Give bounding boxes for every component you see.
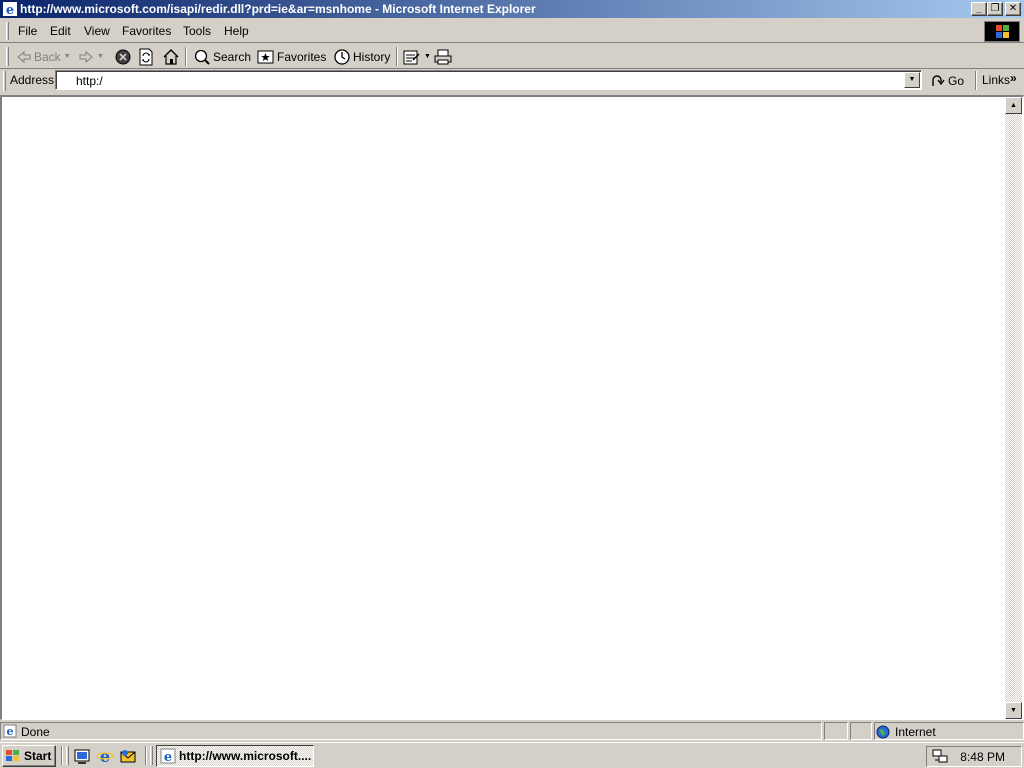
menu-edit[interactable]: Edit: [50, 24, 71, 38]
history-button[interactable]: History: [333, 46, 390, 67]
favorites-button[interactable]: Favorites: [257, 46, 326, 67]
page-icon: e: [3, 724, 17, 738]
home-icon: [163, 48, 179, 65]
status-text: Done: [21, 725, 50, 739]
scroll-up-icon[interactable]: ▲: [1005, 97, 1022, 114]
windows-flag-icon: [6, 750, 19, 761]
quicklaunch-grip[interactable]: [66, 746, 69, 765]
vertical-scrollbar[interactable]: ▲ ▼: [1005, 97, 1022, 719]
history-label: History: [353, 49, 391, 64]
window-title: http://www.microsoft.com/isapi/redir.dll…: [20, 2, 536, 16]
menu-favorites[interactable]: Favorites: [122, 24, 171, 38]
search-label: Search: [213, 49, 252, 64]
stop-button[interactable]: [114, 46, 132, 67]
taskbar: Start e e http://www.microsoft.... 8:48 …: [0, 742, 1024, 768]
minimize-button[interactable]: _: [971, 2, 987, 16]
history-icon: [334, 48, 350, 65]
mail-icon: [403, 50, 420, 64]
menu-tools[interactable]: Tools: [183, 24, 211, 38]
back-dropdown-icon[interactable]: ▼: [64, 53, 71, 60]
globe-icon: [876, 725, 890, 739]
addressbar-grip[interactable]: [3, 71, 6, 91]
menubar-grip[interactable]: [6, 22, 9, 40]
address-label: Address: [10, 73, 55, 87]
toolbar-separator: [185, 47, 187, 66]
go-label: Go: [948, 74, 965, 88]
show-desktop-icon[interactable]: [73, 747, 91, 765]
favorites-icon: [257, 50, 274, 63]
stop-icon: [115, 49, 131, 64]
search-button[interactable]: Search: [193, 46, 251, 67]
back-label: Back: [34, 49, 61, 64]
mail-button[interactable]: ▼: [403, 46, 431, 67]
menu-view[interactable]: View: [84, 24, 110, 38]
taskbar-separator: [145, 746, 147, 765]
title-bar[interactable]: e http://www.microsoft.com/isapi/redir.d…: [0, 0, 1024, 18]
links-chevron-icon[interactable]: »: [1010, 71, 1017, 85]
taskbar-item-ie[interactable]: e http://www.microsoft....: [156, 745, 314, 767]
go-arrow-icon: [932, 75, 945, 86]
status-pane-secure: [850, 722, 872, 740]
ie-logo-icon[interactable]: e: [2, 1, 18, 17]
svg-text:e: e: [100, 747, 110, 765]
address-input[interactable]: [76, 73, 896, 88]
print-icon: [434, 49, 452, 64]
back-button[interactable]: Back ▼: [16, 46, 71, 67]
status-pane-progress: [824, 722, 848, 740]
clock[interactable]: 8:48 PM: [960, 750, 1005, 764]
tasklist-grip[interactable]: [150, 746, 153, 765]
links-separator: [975, 71, 977, 90]
scroll-down-icon[interactable]: ▼: [1005, 702, 1022, 719]
internet-explorer-icon[interactable]: e: [96, 747, 114, 765]
toolbar-separator: [396, 47, 398, 66]
refresh-icon: [139, 48, 153, 65]
start-label: Start: [24, 749, 52, 763]
page-content[interactable]: ▲ ▼: [0, 95, 1024, 720]
home-button[interactable]: [162, 46, 180, 67]
status-bar: e Done Internet: [0, 721, 1024, 741]
go-button[interactable]: Go: [930, 72, 964, 90]
windows-logo-icon: [984, 21, 1020, 42]
links-button[interactable]: Links: [982, 73, 1010, 87]
toolbar-grip[interactable]: [6, 47, 9, 66]
status-main-pane: e Done: [0, 722, 822, 740]
outlook-express-icon[interactable]: [119, 747, 137, 765]
maximize-button[interactable]: ❐: [987, 2, 1003, 16]
zone-text: Internet: [895, 725, 936, 739]
taskbar-item-label: http://www.microsoft....: [179, 749, 312, 763]
refresh-button[interactable]: [138, 46, 154, 67]
system-tray: 8:48 PM: [926, 746, 1022, 767]
back-arrow-icon: [17, 50, 31, 63]
menu-bar: File Edit View Favorites Tools Help: [0, 19, 1024, 43]
favorites-label: Favorites: [277, 49, 327, 64]
close-button[interactable]: ✕: [1005, 2, 1021, 16]
mail-dropdown-icon[interactable]: ▼: [424, 53, 431, 60]
print-button[interactable]: [434, 46, 452, 67]
svg-text:e: e: [6, 3, 14, 17]
menu-file[interactable]: File: [18, 24, 37, 38]
address-field[interactable]: ▼: [55, 70, 922, 90]
status-zone-pane: Internet: [874, 722, 1024, 740]
address-bar: Address ▼ Go Links »: [0, 69, 1024, 93]
forward-dropdown-icon[interactable]: ▼: [97, 53, 104, 60]
taskbar-separator: [61, 746, 63, 765]
svg-text:e: e: [164, 750, 172, 764]
ie-task-icon: e: [160, 748, 176, 764]
svg-text:e: e: [7, 725, 14, 738]
start-button[interactable]: Start: [2, 745, 56, 767]
menu-help[interactable]: Help: [224, 24, 249, 38]
standard-toolbar: Back ▼ ▼ Search Favorites History ▼: [0, 44, 1024, 69]
network-icon[interactable]: [931, 748, 949, 764]
address-dropdown-icon[interactable]: ▼: [904, 72, 920, 88]
forward-arrow-icon: [79, 50, 93, 63]
search-icon: [194, 49, 210, 65]
forward-button[interactable]: ▼: [78, 46, 104, 67]
